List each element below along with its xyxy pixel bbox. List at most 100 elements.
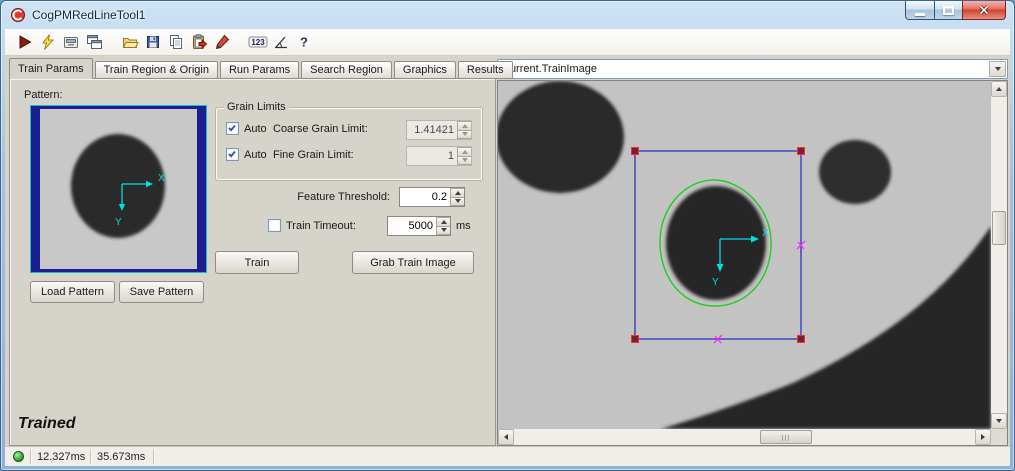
pattern-axis-x-label: X bbox=[158, 173, 165, 184]
feature-threshold-label: Feature Threshold: bbox=[70, 191, 390, 203]
tab-graphics[interactable]: Graphics bbox=[394, 61, 456, 79]
paste-icon bbox=[190, 33, 208, 51]
vertical-scrollbar[interactable] bbox=[991, 81, 1007, 429]
save-pattern-label: Save Pattern bbox=[130, 286, 194, 298]
open-folder-icon bbox=[121, 33, 139, 51]
close-icon bbox=[976, 2, 992, 18]
app-window: CogPMRedLineTool1 bbox=[0, 0, 1015, 471]
scrollbar-corner bbox=[991, 429, 1007, 445]
auto-fine-checkbox[interactable] bbox=[226, 148, 239, 161]
scroll-left-button[interactable] bbox=[498, 429, 514, 445]
coarse-grain-limit-label: Coarse Grain Limit: bbox=[273, 123, 368, 135]
copy-button[interactable] bbox=[164, 31, 187, 54]
feature-threshold-field[interactable] bbox=[399, 187, 465, 207]
tab-search-region[interactable]: Search Region bbox=[301, 61, 392, 79]
corner-handle[interactable] bbox=[632, 148, 639, 155]
coarse-grain-limit-field bbox=[406, 120, 472, 140]
help-icon-text: ? bbox=[300, 35, 308, 50]
train-timeout-unit: ms bbox=[456, 220, 471, 232]
save-button[interactable] bbox=[141, 31, 164, 54]
tab-train-params[interactable]: Train Params bbox=[9, 58, 93, 79]
live-display-button[interactable] bbox=[59, 31, 82, 54]
fine-grain-spinner bbox=[457, 147, 471, 165]
minimize-button[interactable] bbox=[905, 1, 935, 20]
minimize-icon bbox=[915, 13, 925, 16]
spin-up-icon bbox=[462, 124, 468, 128]
grab-train-image-button[interactable]: Grab Train Image bbox=[352, 251, 474, 274]
close-button[interactable] bbox=[962, 1, 1006, 20]
trigger-button[interactable] bbox=[36, 31, 59, 54]
window-controls bbox=[906, 1, 1006, 20]
new-window-icon bbox=[85, 33, 103, 51]
scroll-up-button[interactable] bbox=[991, 81, 1007, 97]
run-icon bbox=[16, 33, 34, 51]
corner-handle[interactable] bbox=[632, 336, 639, 343]
grain-limits-group: Grain Limits Auto Coarse Grain Limit: Au… bbox=[215, 107, 483, 181]
train-timeout-checkbox[interactable] bbox=[268, 219, 281, 232]
train-timeout-input[interactable] bbox=[388, 217, 436, 235]
spin-down-button[interactable] bbox=[450, 198, 464, 207]
app-icon bbox=[10, 7, 26, 23]
spin-up-icon bbox=[441, 220, 447, 224]
tab-train-region-origin[interactable]: Train Region & Origin bbox=[95, 61, 218, 79]
spin-down-button[interactable] bbox=[436, 227, 450, 236]
draw-button[interactable] bbox=[210, 31, 233, 54]
image-source-select[interactable]: Current.TrainImage bbox=[497, 59, 1008, 79]
statusbar-separator bbox=[30, 449, 31, 464]
numbers-icon: 123 bbox=[248, 33, 268, 51]
precision-button[interactable]: 123 bbox=[246, 31, 269, 54]
image-panel: X Y bbox=[497, 80, 1008, 446]
load-pattern-button[interactable]: Load Pattern bbox=[30, 281, 115, 303]
scroll-down-button[interactable] bbox=[991, 413, 1007, 429]
help-button[interactable]: ? bbox=[292, 31, 315, 54]
save-pattern-button[interactable]: Save Pattern bbox=[119, 281, 204, 303]
angle-units-button[interactable] bbox=[269, 31, 292, 54]
maximize-button[interactable] bbox=[934, 1, 963, 20]
image-source-value: Current.TrainImage bbox=[502, 63, 597, 75]
scroll-left-icon bbox=[504, 434, 508, 440]
grain-limits-title: Grain Limits bbox=[224, 101, 289, 113]
run-tool-button[interactable] bbox=[13, 31, 36, 54]
statusbar-separator bbox=[153, 449, 154, 464]
checkmark-icon bbox=[228, 150, 236, 158]
spin-up-button[interactable] bbox=[436, 217, 450, 227]
combo-arrow-button[interactable] bbox=[989, 61, 1006, 77]
checkmark-icon bbox=[228, 124, 236, 132]
spin-up-button bbox=[457, 147, 471, 157]
coarse-grain-limit-input bbox=[407, 121, 457, 139]
axis-y-label: Y bbox=[712, 277, 719, 288]
horizontal-scrollbar[interactable] bbox=[498, 429, 991, 445]
paste-button[interactable] bbox=[187, 31, 210, 54]
scroll-right-button[interactable] bbox=[975, 429, 991, 445]
spin-up-button[interactable] bbox=[450, 188, 464, 198]
train-timeout-spinner bbox=[436, 217, 450, 235]
spin-up-icon bbox=[455, 191, 461, 195]
tab-run-params[interactable]: Run Params bbox=[220, 61, 299, 79]
chevron-down-icon bbox=[995, 67, 1001, 71]
feature-threshold-input[interactable] bbox=[400, 188, 450, 206]
horizontal-scroll-thumb[interactable] bbox=[760, 430, 812, 444]
train-timeout-field[interactable] bbox=[387, 216, 451, 236]
pattern-axis-y-label: Y bbox=[115, 217, 122, 228]
total-time-text: 35.673ms bbox=[97, 451, 145, 463]
fine-grain-limit-field bbox=[406, 146, 472, 166]
corner-handle[interactable] bbox=[798, 148, 805, 155]
spin-up-button bbox=[457, 121, 471, 131]
help-icon: ? bbox=[295, 33, 313, 51]
grab-train-image-label: Grab Train Image bbox=[370, 257, 456, 269]
new-window-button[interactable] bbox=[82, 31, 105, 54]
train-button[interactable]: Train bbox=[215, 251, 299, 274]
tab-results[interactable]: Results bbox=[458, 61, 513, 79]
train-image-view[interactable]: X Y bbox=[498, 81, 991, 429]
train-image-viewport[interactable]: X Y bbox=[498, 81, 991, 429]
auto-fine-label: Auto bbox=[244, 149, 267, 161]
pen-icon bbox=[213, 33, 231, 51]
pattern-label: Pattern: bbox=[24, 89, 63, 101]
pattern-preview: X Y bbox=[30, 105, 207, 273]
vertical-scroll-thumb[interactable] bbox=[992, 211, 1006, 245]
corner-handle[interactable] bbox=[798, 336, 805, 343]
tab-strip: Train Params Train Region & Origin Run P… bbox=[9, 58, 515, 79]
auto-coarse-checkbox[interactable] bbox=[226, 122, 239, 135]
open-file-button[interactable] bbox=[118, 31, 141, 54]
spin-down-icon bbox=[462, 158, 468, 162]
